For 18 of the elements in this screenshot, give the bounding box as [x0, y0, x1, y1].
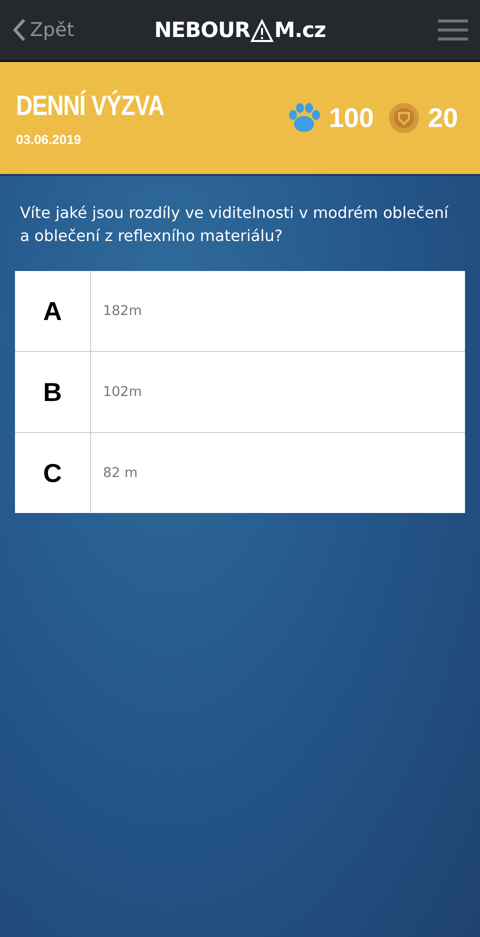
menu-icon	[438, 19, 468, 41]
paw-count: 100	[328, 102, 374, 134]
paw-icon	[286, 103, 321, 133]
coin-count: 20	[428, 102, 458, 134]
chevron-left-icon	[12, 18, 26, 42]
answer-letter[interactable]: B	[15, 352, 91, 432]
answer-option[interactable]: 182m	[91, 271, 465, 351]
challenge-title: DENNÍ VÝZVA	[16, 90, 164, 122]
warning-icon	[250, 19, 274, 43]
back-button[interactable]: Zpět	[12, 18, 102, 42]
coin-icon	[388, 102, 420, 134]
challenge-date: 03.06.2019	[16, 132, 82, 146]
answer-letter[interactable]: A	[15, 271, 91, 351]
answer-letter[interactable]: C	[15, 433, 91, 513]
question-text: Víte jaké jsou rozdíly ve viditelnosti v modrém oblečení a oblečení z reflexního materiálu?	[20, 203, 450, 247]
answer-option[interactable]: 102m	[91, 352, 465, 432]
answer-option[interactable]: 82 m	[91, 433, 465, 513]
logo: NEBOUR M.cz	[154, 17, 326, 43]
